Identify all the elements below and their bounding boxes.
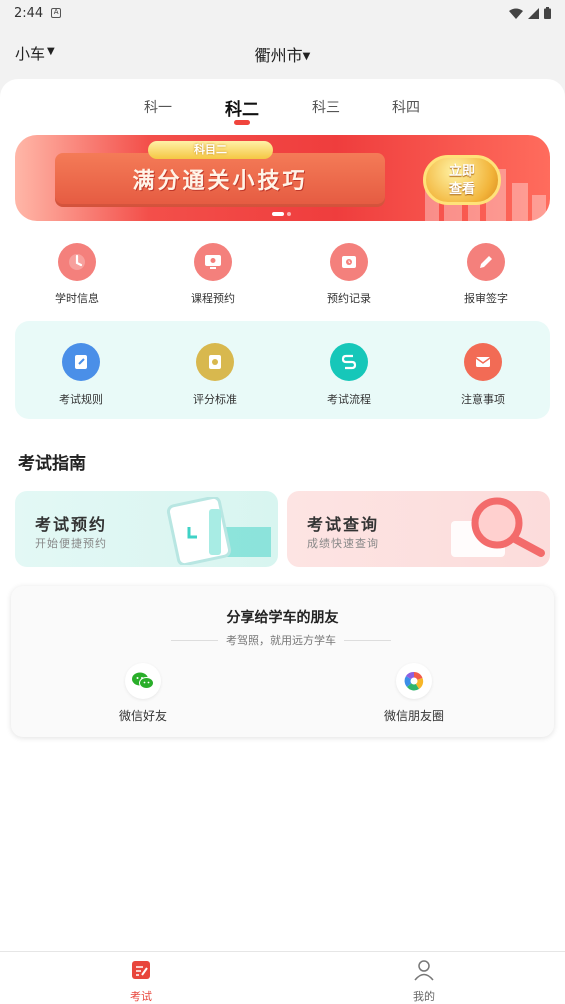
- banner-title: 满分通关小技巧: [132, 169, 308, 194]
- exam-booking-card[interactable]: 考试预约 开始便捷预约: [15, 491, 278, 567]
- badge-icon: [196, 343, 234, 381]
- share-subtitle: 考驾照，就用远方学车: [226, 634, 336, 647]
- tab-subject-3[interactable]: 科三: [312, 97, 340, 117]
- banner-subject-tag: 科目二: [148, 141, 273, 159]
- main-content: 科一 科二 科三 科四 科目二 满分通关小技巧 立即 查看 学时信息 课程预约 …: [0, 79, 565, 959]
- share-subtitle-row: 考驾照，就用远方学车: [171, 632, 391, 648]
- guide-card-title: 考试预约: [35, 515, 108, 534]
- exam-tool-label: 考试规则: [59, 393, 103, 406]
- share-target-label: 微信好友: [118, 709, 167, 723]
- flow-icon: [330, 343, 368, 381]
- moments-icon: [396, 663, 432, 699]
- record-icon: [330, 243, 368, 281]
- guide-card-subtitle: 成绩快速查询: [307, 537, 379, 550]
- chevron-down-icon: ▼: [47, 46, 55, 57]
- nav-tab-label: 考试: [130, 990, 152, 1003]
- wechat-icon: [125, 663, 161, 699]
- banner-button-line1: 立即: [448, 164, 475, 179]
- user-icon: [412, 958, 436, 982]
- quick-action-label: 学时信息: [55, 292, 99, 305]
- subject-tabs: 科一 科二 科三 科四: [0, 97, 565, 127]
- share-wechat-friend[interactable]: 微信好友: [88, 663, 198, 724]
- divider: [171, 639, 218, 641]
- wifi-icon: [509, 8, 523, 19]
- exam-tools-card: 考试规则 评分标准 考试流程 注意事项: [15, 321, 550, 419]
- share-wechat-moments[interactable]: 微信朋友圈: [359, 663, 469, 724]
- quick-action-label: 报审签字: [464, 292, 508, 305]
- promo-banner[interactable]: 科目二 满分通关小技巧 立即 查看: [15, 135, 550, 221]
- pagination-dot: [287, 212, 291, 216]
- edit-icon: [62, 343, 100, 381]
- notification-icon: A: [51, 8, 62, 18]
- car-type-label: 小车: [15, 45, 46, 63]
- nav-tab-mine[interactable]: 我的: [384, 958, 464, 1004]
- tab-subject-1[interactable]: 科一: [144, 97, 172, 117]
- nav-tab-label: 我的: [413, 990, 435, 1003]
- quick-action-booking-records[interactable]: 预约记录: [299, 243, 399, 306]
- exam-tool-label: 考试流程: [327, 393, 371, 406]
- signal-icon: [528, 7, 539, 19]
- guide-card-subtitle: 开始便捷预约: [35, 537, 107, 550]
- quick-action-label: 课程预约: [191, 292, 235, 305]
- exam-tool-label: 评分标准: [193, 393, 237, 406]
- active-tab-indicator: [234, 120, 250, 125]
- share-title: 分享给学车的朋友: [226, 610, 339, 626]
- magnifier-illustration-icon: [451, 497, 545, 557]
- banner-button-line2: 查看: [448, 182, 475, 197]
- quick-action-label: 预约记录: [327, 292, 371, 305]
- exam-rules[interactable]: 考试规则: [31, 343, 131, 407]
- quick-actions: 学时信息 课程预约 预约记录 报审签字: [0, 243, 565, 307]
- exam-notes[interactable]: 注意事项: [433, 343, 533, 407]
- calendar-illustration-icon: [166, 497, 271, 565]
- divider: [344, 639, 391, 641]
- city-name: 衢州市: [254, 46, 303, 65]
- battery-icon: [544, 7, 551, 19]
- car-type-selector[interactable]: 小车 ▼: [15, 43, 55, 64]
- quick-action-review-sign[interactable]: 报审签字: [436, 243, 536, 306]
- share-target-label: 微信朋友圈: [383, 709, 444, 723]
- exam-tool-label: 注意事项: [461, 393, 505, 406]
- guide-card-title: 考试查询: [307, 515, 380, 534]
- exam-guide-title: 考试指南: [18, 454, 86, 474]
- quick-action-study-hours[interactable]: 学时信息: [27, 243, 127, 306]
- status-indicators: [509, 7, 551, 19]
- mail-icon: [464, 343, 502, 381]
- tab-subject-4[interactable]: 科四: [392, 97, 420, 117]
- share-card: 分享给学车的朋友 考驾照，就用远方学车 微信好友 微信朋友圈: [11, 586, 554, 737]
- exam-icon: [129, 958, 153, 982]
- exam-scoring[interactable]: 评分标准: [165, 343, 265, 407]
- tab-subject-2[interactable]: 科二: [225, 95, 259, 120]
- nav-tab-exam[interactable]: 考试: [101, 958, 181, 1004]
- banner-pagination: [272, 212, 291, 216]
- quick-action-course-booking[interactable]: 课程预约: [163, 243, 263, 306]
- chevron-down-icon: ▼: [302, 51, 311, 62]
- status-bar: 2:44 A: [0, 0, 565, 26]
- city-selector[interactable]: 衢州市▼: [0, 42, 565, 66]
- bottom-navigation: 考试 我的: [0, 951, 565, 1004]
- top-header: 衢州市▼ 小车 ▼: [0, 34, 565, 74]
- pen-icon: [467, 243, 505, 281]
- monitor-icon: [194, 243, 232, 281]
- banner-view-button[interactable]: 立即 查看: [423, 155, 501, 205]
- exam-process[interactable]: 考试流程: [299, 343, 399, 407]
- exam-query-card[interactable]: 考试查询 成绩快速查询: [287, 491, 550, 567]
- pagination-dot-active: [272, 212, 284, 216]
- status-time: 2:44: [14, 5, 44, 21]
- clock-icon: [58, 243, 96, 281]
